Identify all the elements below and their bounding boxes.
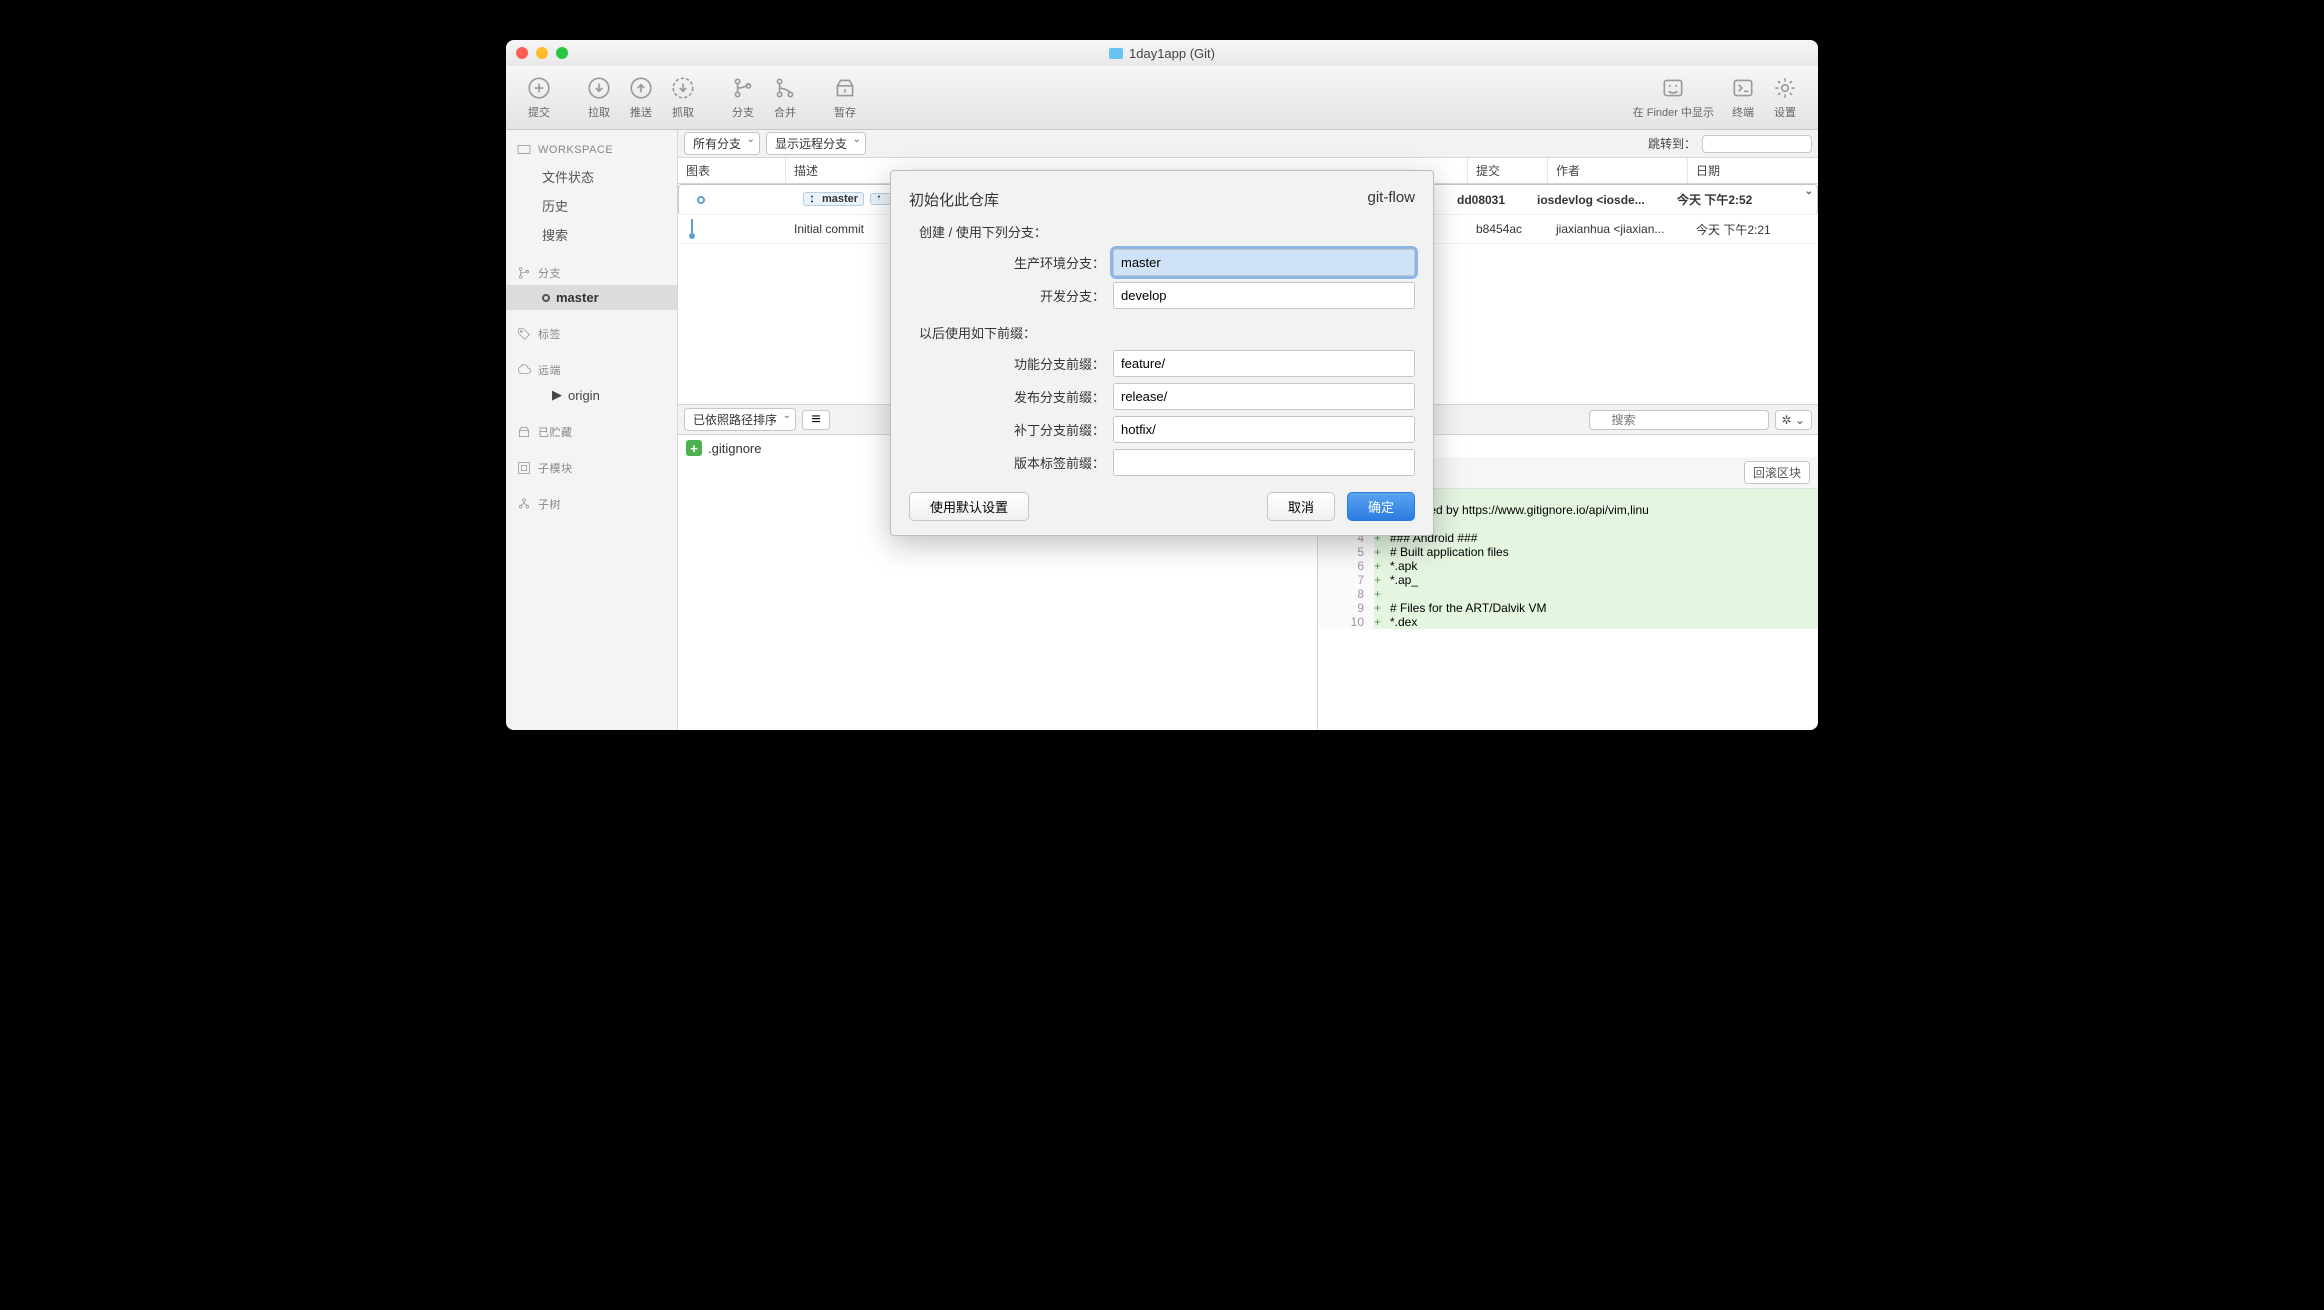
branch-badge: master — [803, 192, 864, 206]
minimize-icon[interactable] — [536, 47, 548, 59]
hotfix-prefix-input[interactable] — [1113, 416, 1415, 443]
titlebar: 1day1app (Git) — [506, 40, 1818, 66]
col-date: 日期 — [1688, 158, 1818, 183]
sidebar-file-status[interactable]: 文件状态 — [506, 162, 677, 191]
terminal-button[interactable]: 终端 — [1722, 75, 1764, 120]
diff-settings-button[interactable]: ✲ ⌄ — [1775, 410, 1812, 430]
settings-button[interactable]: 设置 — [1764, 75, 1806, 120]
fetch-button[interactable]: 抓取 — [662, 75, 704, 120]
app-window: 1day1app (Git) 提交 拉取 推送 抓取 分支 合并 暂存 在 Fi… — [506, 40, 1818, 730]
gitflow-dialog: 初始化此仓库 git-flow 创建 / 使用下列分支： 生产环境分支： 开发分… — [890, 170, 1434, 536]
ok-button[interactable]: 确定 — [1347, 492, 1415, 521]
dialog-section1: 创建 / 使用下列分支： — [919, 222, 1415, 241]
sidebar: WORKSPACE 文件状态 历史 搜索 分支 master 标签 远端 ▶ o… — [506, 130, 678, 730]
folder-icon — [1109, 48, 1123, 59]
jump-to-select[interactable] — [1702, 135, 1812, 153]
tags-header[interactable]: 标签 — [506, 320, 677, 346]
production-branch-input[interactable] — [1113, 249, 1415, 276]
merge-button[interactable]: 合并 — [764, 75, 806, 120]
window-title-wrap: 1day1app (Git) — [1109, 46, 1215, 61]
workspace-header: WORKSPACE — [506, 136, 677, 162]
list-view-button[interactable]: ≡ — [802, 410, 830, 430]
dialog-title: 初始化此仓库 — [909, 189, 999, 210]
sidebar-search[interactable]: 搜索 — [506, 220, 677, 249]
file-name: .gitignore — [708, 441, 761, 456]
tag-prefix-input[interactable] — [1113, 449, 1415, 476]
diff-search-input[interactable] — [1589, 410, 1769, 430]
added-file-icon: + — [686, 440, 702, 456]
col-graph: 图表 — [678, 158, 786, 183]
branch-button[interactable]: 分支 — [722, 75, 764, 120]
cancel-button[interactable]: 取消 — [1267, 492, 1335, 521]
col-commit: 提交 — [1468, 158, 1548, 183]
submodules-header[interactable]: 子模块 — [506, 454, 677, 480]
develop-branch-input[interactable] — [1113, 282, 1415, 309]
graph-node-icon — [689, 233, 695, 239]
toolbar: 提交 拉取 推送 抓取 分支 合并 暂存 在 Finder 中显示 终端 设置 — [506, 66, 1818, 130]
release-prefix-input[interactable] — [1113, 383, 1415, 410]
remotes-header[interactable]: 远端 — [506, 356, 677, 382]
current-branch-icon — [542, 294, 550, 302]
revert-hunk-button[interactable]: 回滚区块 — [1744, 461, 1810, 484]
zoom-icon[interactable] — [556, 47, 568, 59]
stashes-header[interactable]: 已贮藏 — [506, 418, 677, 444]
sidebar-history[interactable]: 历史 — [506, 191, 677, 220]
graph-node-icon — [697, 196, 705, 204]
stash-button[interactable]: 暂存 — [824, 75, 866, 120]
dialog-section2: 以后使用如下前缀： — [919, 323, 1415, 342]
col-author: 作者 — [1548, 158, 1688, 183]
pull-button[interactable]: 拉取 — [578, 75, 620, 120]
disclosure-icon: ▶ — [552, 387, 562, 403]
subtrees-header[interactable]: 子树 — [506, 490, 677, 516]
jump-to-label: 跳转到： — [1648, 135, 1696, 152]
window-title: 1day1app (Git) — [1129, 46, 1215, 61]
sidebar-remote-origin[interactable]: ▶ origin — [506, 382, 677, 408]
use-defaults-button[interactable]: 使用默认设置 — [909, 492, 1029, 521]
branches-header[interactable]: 分支 — [506, 259, 677, 285]
feature-prefix-input[interactable] — [1113, 350, 1415, 377]
file-sort-select[interactable]: 已依照路径排序 — [684, 408, 796, 431]
branch-filter-select[interactable]: 所有分支 — [684, 132, 760, 155]
commit-button[interactable]: 提交 — [518, 75, 560, 120]
show-in-finder-button[interactable]: 在 Finder 中显示 — [1625, 75, 1722, 120]
filter-bar: 所有分支 显示远程分支 跳转到： — [678, 130, 1818, 158]
push-button[interactable]: 推送 — [620, 75, 662, 120]
close-icon[interactable] — [516, 47, 528, 59]
sidebar-branch-master[interactable]: master — [506, 285, 677, 310]
remote-filter-select[interactable]: 显示远程分支 — [766, 132, 866, 155]
dialog-subtitle: git-flow — [1367, 189, 1415, 210]
